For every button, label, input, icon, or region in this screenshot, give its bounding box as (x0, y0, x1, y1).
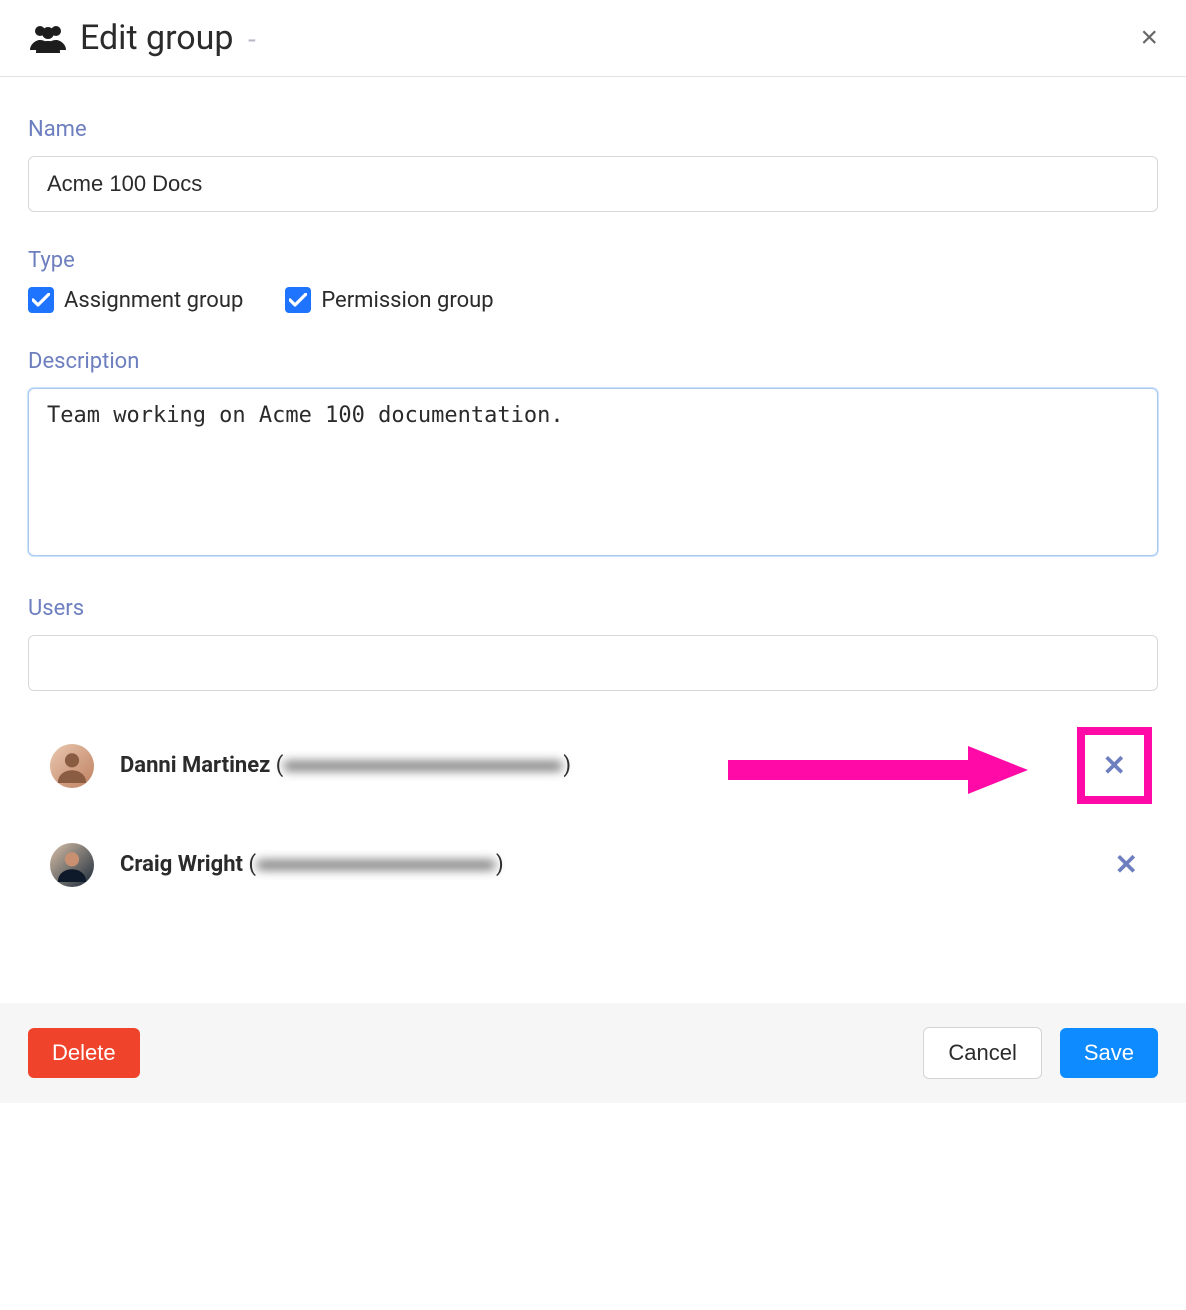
user-list: Danni Martinez () ✕ Craig Wright (28, 709, 1158, 907)
name-group: Name (28, 117, 1158, 212)
name-label: Name (28, 117, 1158, 142)
save-button[interactable]: Save (1060, 1028, 1158, 1078)
user-email-redacted (256, 860, 496, 870)
modal-title: Edit group - (80, 18, 256, 58)
modal-title-dash: - (248, 23, 256, 56)
delete-button[interactable]: Delete (28, 1028, 140, 1078)
name-input[interactable] (28, 156, 1158, 212)
assignment-group-label: Assignment group (64, 288, 243, 313)
description-label: Description (28, 349, 1158, 374)
permission-group-checkbox-item[interactable]: Permission group (285, 287, 493, 313)
user-row: Danni Martinez () ✕ (28, 709, 1158, 822)
cancel-button[interactable]: Cancel (923, 1027, 1041, 1079)
assignment-group-checkbox-item[interactable]: Assignment group (28, 287, 243, 313)
modal-title-wrap: Edit group - (28, 18, 256, 58)
modal-footer: Delete Cancel Save (0, 1003, 1186, 1103)
user-email-wrap: () (248, 852, 503, 877)
avatar (50, 744, 94, 788)
user-row: Craig Wright () ✕ (28, 822, 1158, 907)
modal-title-text: Edit group (80, 18, 234, 58)
permission-group-label: Permission group (321, 288, 493, 313)
close-button[interactable]: × (1140, 23, 1158, 53)
modal-header: Edit group - × (0, 0, 1186, 77)
users-search-input[interactable] (28, 635, 1158, 691)
remove-icon: ✕ (1115, 849, 1138, 880)
remove-user-button[interactable]: ✕ (1101, 840, 1152, 889)
edit-group-modal: Edit group - × Name Type Assignment grou… (0, 0, 1186, 1103)
type-group: Type Assignment group Permission group (28, 248, 1158, 313)
users-label: Users (28, 596, 1158, 621)
description-textarea[interactable] (28, 388, 1158, 556)
user-email-wrap: () (276, 753, 571, 778)
modal-body: Name Type Assignment group Permission gr… (0, 77, 1186, 1003)
avatar (50, 843, 94, 887)
user-email-redacted (283, 761, 563, 771)
user-text: Craig Wright () (120, 852, 504, 877)
description-group: Description (28, 349, 1158, 560)
users-group-icon (28, 23, 68, 53)
remove-icon: ✕ (1103, 750, 1126, 781)
users-group: Users Danni Martinez () ✕ (28, 596, 1158, 907)
user-text: Danni Martinez () (120, 753, 571, 778)
permission-group-checkbox[interactable] (285, 287, 311, 313)
remove-user-button[interactable]: ✕ (1077, 727, 1152, 804)
user-name: Craig Wright (120, 852, 243, 877)
type-label: Type (28, 248, 1158, 273)
type-checkbox-row: Assignment group Permission group (28, 287, 1158, 313)
assignment-group-checkbox[interactable] (28, 287, 54, 313)
user-name: Danni Martinez (120, 753, 270, 778)
close-icon: × (1140, 21, 1158, 54)
